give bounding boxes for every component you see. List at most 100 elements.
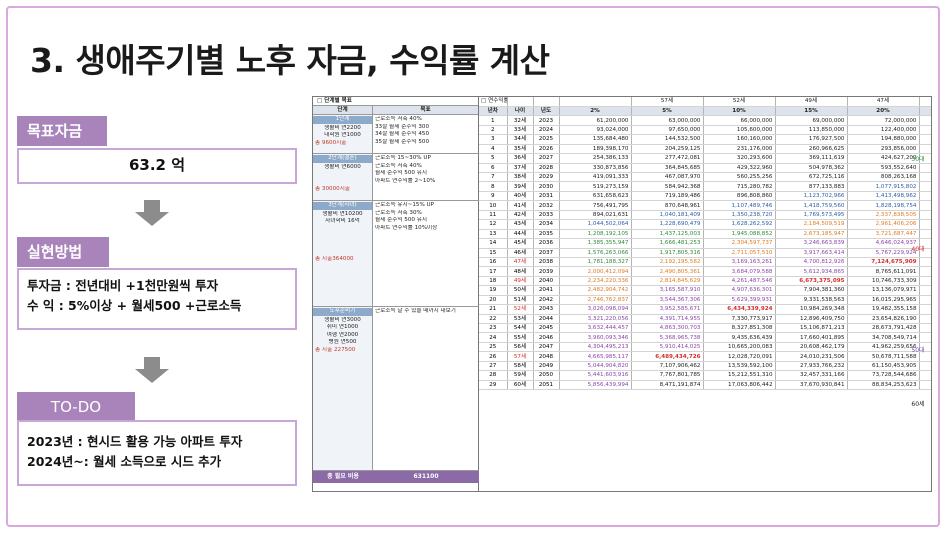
value-cell: 135,684,480 [559,134,632,145]
decade-cell [919,266,931,277]
decade-cell [919,323,931,334]
table-row: 13 44세 2035 1,208,192,105 1,437,125,003 1,945… [479,229,931,240]
year-cell: 2031 [533,191,560,202]
value-cell: 3,684,079,588 [703,266,776,277]
value-cell: 3,632,444,457 [559,323,632,334]
decade-cell [919,210,931,221]
year-cell: 2041 [533,285,560,296]
table-row: 11 42세 2033 894,021,631 1,040,181,409 1,350,2… [479,210,931,221]
year-index-cell: 25 [479,342,508,353]
value-cell: 15,106,871,213 [775,323,848,334]
value-cell: 66,000,000 [703,115,776,126]
year-index-cell: 16 [479,257,508,268]
value-cell: 6,434,339,924 [703,304,776,315]
value-cell: 260,966,625 [775,144,848,155]
stage-section: 노후준비기 생활비 연3000 취미 연1000 여행 연2000 병원 연500 총 지… [313,307,479,471]
value-cell: 3,544,367,306 [631,295,704,306]
decade-cell [919,295,931,306]
year-cell: 2024 [533,125,560,136]
column-header: 년도 [533,106,560,117]
table-row: 1 32세 2023 61,200,000 63,000,000 66,000,000 69… [479,115,931,126]
value-cell: 715,280,782 [703,181,776,192]
value-cell: 467,087,970 [631,172,704,183]
value-cell: 204,259,125 [631,144,704,155]
value-cell: 2,746,762,837 [559,295,632,306]
column-header: 5% [631,106,704,117]
value-cell: 37,670,930,841 [775,380,848,391]
value-cell: 3,169,163,261 [703,257,776,268]
value-cell: 113,850,000 [775,125,848,136]
column-header: 2% [559,106,632,117]
stage-item [315,179,370,187]
stage-section: 2단계(결혼) 생활비 연6000 총 30000지출 근로소득 15~30% UP 근… [313,154,479,201]
age-cell: 38세 [507,172,534,183]
value-cell: 1,385,355,947 [559,238,632,249]
value-cell: 4,261,487,546 [703,276,776,287]
value-cell: 1,077,915,802 [847,181,920,192]
age-cell: 58세 [507,361,534,372]
table-row: 28 59세 2050 5,441,603,916 7,767,801,785 15,21… [479,370,931,381]
table-row: 4 35세 2026 189,398,170 204,259,125 231,176,00… [479,144,931,155]
value-cell: 4,863,300,703 [631,323,704,334]
value-cell: 2,000,412,094 [559,266,632,277]
value-cell: 1,418,759,560 [775,200,848,211]
value-cell: 2,711,057,510 [703,248,776,258]
year-index-cell: 10 [479,200,508,211]
value-cell: 1,828,198,754 [847,200,920,211]
value-cell: 7,767,801,785 [631,370,704,381]
year-cell: 2042 [533,295,560,306]
value-cell: 3,321,220,056 [559,314,632,325]
decade-label: 40대 [911,246,925,253]
stage-goal-panel: □ 단계별 목표 단계 목표 1단계 생활비 연2200 대학원 연1000 총 96… [313,97,479,491]
method-line-2: 수 익 : 5%이상 + 월세500 +근로소득 [27,298,242,313]
value-cell: 277,472,081 [631,153,704,164]
value-cell: 7,330,773,917 [703,314,776,325]
value-cell: 6,673,375,095 [775,276,848,287]
target-age-label: □ 연수익률 [479,97,508,107]
stage-item [315,171,370,179]
stage-item [315,249,370,257]
decade-cell [919,361,931,372]
stage-item: 생활비 연10200 [322,210,363,217]
age-cell: 39세 [507,181,534,192]
age-cell: 44세 [507,229,534,240]
column-header: 15% [775,106,848,117]
target-age-label: 47세 [847,97,920,107]
page-title: 3. 생애주기별 노후 자금, 수익률 계산 [30,41,550,80]
value-cell: 13,136,079,971 [847,285,920,296]
age-cell: 55세 [507,332,534,343]
value-cell: 1,123,702,966 [775,191,848,202]
decade-cell [919,134,931,145]
decade-cell [919,144,931,155]
value-cell: 97,650,000 [631,125,704,136]
value-cell: 10,984,269,348 [775,304,848,315]
value-cell: 1,917,805,316 [631,248,704,258]
decade-cell [919,370,931,381]
value-cell: 1,413,498,962 [847,191,920,202]
table-row: 19 50세 2041 2,482,904,742 3,165,587,910 4,907… [479,285,931,296]
age-cell: 47세 [507,257,534,268]
value-cell: 17,660,401,895 [775,332,848,343]
age-cell: 51세 [507,295,534,306]
value-cell: 429,322,960 [703,163,776,174]
target-age-label: 49세 [775,97,848,107]
goal-item: 월세 순수익 500 유지 [375,170,428,177]
year-cell: 2038 [533,257,560,268]
table-row: 23 54세 2045 3,632,444,457 4,863,300,703 8,327… [479,323,931,334]
value-cell: 10,665,200,083 [703,342,776,353]
value-cell: 808,263,168 [847,172,920,183]
table-row: 21 52세 2043 3,026,098,094 3,952,585,671 6,434… [479,304,931,315]
stage-item: 총 30000지출 [315,186,351,193]
stage-cell: 1단계 생활비 연2200 대학원 연1000 총 9600지출 [313,115,373,153]
method-line-1: 투자금 : 전년대비 +1천만원씩 투자 [27,278,219,293]
value-cell: 1,350,238,720 [703,210,776,221]
age-cell: 59세 [507,370,534,381]
column-header: 10% [703,106,776,117]
value-cell: 176,927,500 [775,134,848,145]
table-row: 7 38세 2029 419,091,333 467,087,970 560,255,25… [479,172,931,183]
table-row: 2 33세 2024 93,024,000 97,650,000 105,600,000 1… [479,125,931,136]
age-cell: 46세 [507,248,534,258]
age-cell: 49세 [507,276,534,287]
value-cell: 504,978,362 [775,163,848,174]
value-cell: 122,400,000 [847,125,920,136]
